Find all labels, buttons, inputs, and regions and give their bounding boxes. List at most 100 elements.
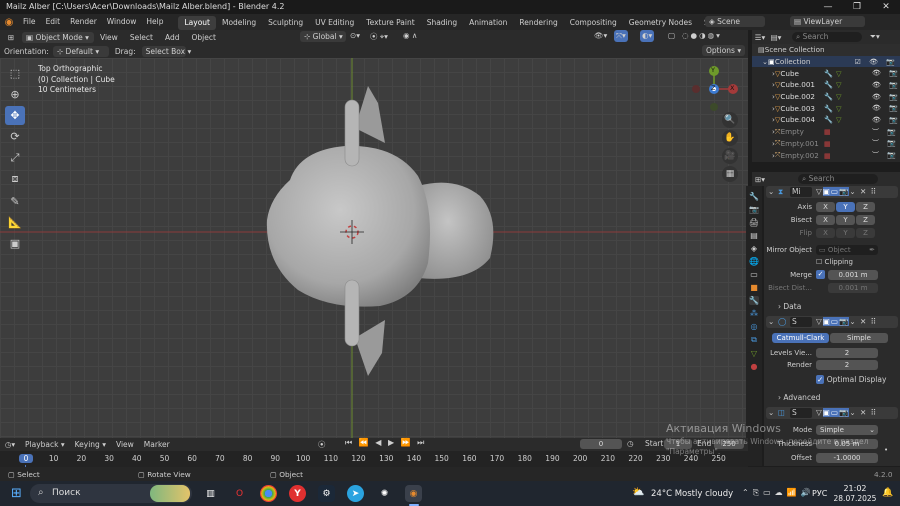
view-layer-tab-icon[interactable]: ▤	[750, 231, 758, 240]
menu-render[interactable]: Render	[65, 14, 102, 30]
timeline-ruler[interactable]: 0 10 20 30 40 50 60 70 80 90 100 110 120 130 140 150 160…	[0, 451, 748, 467]
outliner-filter-icon[interactable]: ⏷▾	[870, 32, 880, 42]
outliner-item[interactable]: › ▽ Cube.003 🔧 ▽ 👁 📷	[752, 102, 900, 114]
menu-file[interactable]: File	[18, 14, 41, 30]
menu-edit[interactable]: Edit	[41, 14, 66, 30]
data-subpanel[interactable]: › Data	[778, 302, 801, 311]
advanced-subpanel[interactable]: › Advanced	[778, 393, 820, 402]
subsurf-name-field[interactable]: S	[790, 317, 812, 327]
world-tab-icon[interactable]: 🌐	[749, 257, 759, 266]
merge-checkbox[interactable]: ✓	[816, 270, 825, 279]
timeline-menu-playback[interactable]: Playback ▾	[20, 440, 70, 449]
pivot-icon[interactable]: ⊙▾	[350, 31, 360, 40]
current-frame-field[interactable]: 0	[580, 439, 622, 449]
simple-toggle[interactable]: Simple	[830, 333, 888, 343]
keyframe-dots-icon[interactable]: •	[884, 446, 888, 454]
tab-rendering[interactable]: Rendering	[513, 16, 563, 30]
opera-icon[interactable]: O	[231, 485, 248, 502]
menu-add[interactable]: Add	[159, 33, 186, 42]
timeline-menu-marker[interactable]: Marker	[139, 440, 175, 449]
notification-bell-icon[interactable]: 🔔	[882, 488, 893, 498]
chatgpt-icon[interactable]: ✺	[376, 485, 393, 502]
yandex-browser-icon[interactable]: Y	[289, 485, 306, 502]
scale-tool-icon[interactable]: ⤢	[5, 148, 25, 167]
mirror-name-field[interactable]: Mi	[790, 187, 812, 197]
visibility-toggles-icon[interactable]: 👁 📷	[872, 93, 900, 101]
properties-search-input[interactable]: ⌕ Search	[798, 174, 878, 184]
editor-type-icon[interactable]: ⊞	[0, 33, 22, 42]
visibility-toggles-icon[interactable]: 👁 📷	[872, 69, 900, 77]
menu-view[interactable]: View	[94, 33, 124, 42]
bisect-x-toggle[interactable]: X	[816, 215, 835, 225]
tab-sculpting[interactable]: Sculpting	[262, 16, 309, 30]
maximize-button[interactable]: ❐	[843, 0, 871, 14]
axis-x-toggle[interactable]: X	[816, 202, 835, 212]
tab-modeling[interactable]: Modeling	[216, 16, 262, 30]
flip-z-toggle[interactable]: Z	[856, 228, 875, 238]
menu-help[interactable]: Help	[141, 14, 168, 30]
mode-dropdown-field[interactable]: Simple ⌄	[816, 425, 878, 435]
outliner-filter-view-icon[interactable]: ▤▾	[768, 33, 784, 42]
zoom-icon[interactable]: 🔍	[722, 112, 738, 128]
rotate-tool-icon[interactable]: ⟳	[5, 127, 25, 146]
proportional-edit-icon[interactable]: ◉ ∧	[403, 31, 417, 40]
bisect-y-toggle[interactable]: Y	[836, 215, 855, 225]
bisect-distance-field[interactable]: 0.001 m	[828, 283, 878, 293]
weather-text[interactable]: 24°C Mostly cloudy	[651, 489, 733, 499]
chrome-icon[interactable]	[260, 485, 277, 502]
scene-tab-icon[interactable]: ◈	[751, 244, 757, 253]
taskbar-search-box[interactable]: ⌕ Поиск	[30, 484, 192, 503]
tab-compositing[interactable]: Compositing	[564, 16, 623, 30]
solidify-modifier-header[interactable]: ⌄ ◫ S ▽▣▭📷⌄ ✕ ⠿	[766, 407, 898, 419]
outliner-item[interactable]: › ⤧ Empty ▦ ︶ 📷	[752, 126, 900, 138]
visibility-toggles-icon[interactable]: ︶ 📷	[872, 127, 899, 137]
mirror-modifier-header[interactable]: ⌄ ⧗ Mi ▽▣▭📷⌄ ✕ ⠿	[766, 186, 898, 198]
visibility-toggles-icon[interactable]: 👁 📷	[872, 116, 900, 124]
mirror-object-field[interactable]: ▭ Object ✒	[816, 245, 878, 255]
add-cube-tool-icon[interactable]: ▣	[5, 234, 25, 253]
solidify-name-field[interactable]: S	[790, 408, 812, 418]
render-levels-field[interactable]: 2	[816, 360, 878, 370]
telegram-icon[interactable]: ➤	[347, 485, 364, 502]
render-tab-icon[interactable]: 📷	[749, 205, 759, 214]
task-view-icon[interactable]: ▥	[202, 485, 219, 502]
windows-start-icon[interactable]: ⊞	[8, 485, 25, 502]
transform-tool-icon[interactable]: ⧈	[5, 169, 25, 188]
menu-select[interactable]: Select	[124, 33, 159, 42]
catmull-clark-toggle[interactable]: Catmull-Clark	[772, 333, 829, 343]
constraints-tab-icon[interactable]: ⧉	[751, 335, 757, 345]
object-tab-icon[interactable]: ■	[750, 283, 758, 292]
output-tab-icon[interactable]: 🖨	[749, 218, 759, 227]
properties-editor-icon[interactable]: ⊞▾	[752, 175, 768, 184]
measure-tool-icon[interactable]: 📐	[5, 213, 25, 232]
visibility-toggles-icon[interactable]: ︶ 📷	[872, 150, 899, 160]
scene-selector[interactable]: ◈ Scene	[705, 16, 765, 27]
playback-controls-icon[interactable]: ⏮ ⏪ ◀ ▶ ⏩ ⏭	[345, 438, 426, 448]
bisect-z-toggle[interactable]: Z	[856, 215, 875, 225]
navigation-gizmo[interactable]: Y Z X	[692, 64, 742, 114]
drag-dropdown[interactable]: Select Box ▾	[141, 45, 191, 57]
outliner-item[interactable]: › ▽ Cube 🔧 ▽ 👁 📷	[752, 67, 900, 79]
tab-animation[interactable]: Animation	[463, 16, 513, 30]
camera-view-icon[interactable]: 🎥	[722, 148, 738, 164]
scene-collection-row[interactable]: ▤ Scene Collection	[752, 44, 900, 56]
collection-tab-icon[interactable]: ▭	[750, 270, 758, 279]
close-window-button[interactable]: ✕	[872, 0, 900, 14]
outliner-item[interactable]: › ▽ Cube.004 🔧 ▽ 👁 📷	[752, 114, 900, 126]
language-indicator[interactable]: РУС	[812, 489, 827, 498]
overlay-toggle-icon[interactable]: ◐▾	[640, 30, 655, 42]
outliner-item[interactable]: › ▽ Cube.001 🔧 ▽ 👁 📷	[752, 79, 900, 91]
timeline-menu-view[interactable]: View	[111, 440, 139, 449]
pan-hand-icon[interactable]: ✋	[722, 130, 738, 146]
clipping-checkbox[interactable]: ☐ Clipping	[816, 258, 853, 266]
menu-object[interactable]: Object	[185, 33, 221, 42]
snap-icon[interactable]: ⦿ ⌖▾	[370, 31, 388, 42]
tab-layout[interactable]: Layout	[178, 15, 216, 30]
autokey-icon[interactable]: ⦿	[318, 439, 326, 450]
blender-logo-icon[interactable]: ◉	[0, 17, 18, 28]
menu-window[interactable]: Window	[102, 14, 142, 30]
outliner-item[interactable]: › ▽ Cube.002 🔧 ▽ 👁 📷	[752, 91, 900, 103]
gizmo-toggle-icon[interactable]: ⤧▾	[614, 30, 628, 42]
merge-distance-field[interactable]: 0.001 m	[828, 270, 878, 280]
material-tab-icon[interactable]: ●	[751, 362, 758, 371]
